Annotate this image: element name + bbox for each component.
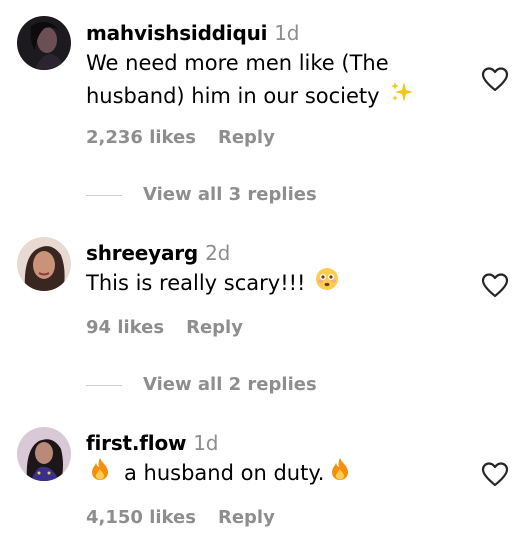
likes-count[interactable]: 94 likes [86,317,164,338]
fire-emoji [330,457,350,491]
heart-outline-icon [481,273,509,298]
comment-age: 1d [274,21,300,45]
username[interactable]: mahvishsiddiqui [86,21,267,45]
likes-count[interactable]: 4,150 likes [86,507,196,528]
fire-emoji [90,457,110,491]
reply-button[interactable]: Reply [218,127,275,148]
comment-text: This is really scary!!! [86,267,339,301]
view-replies-label[interactable]: View all 3 replies [143,184,317,205]
username[interactable]: first.flow [86,431,186,455]
avatar[interactable] [17,237,71,291]
comment-text-line: We need more men like (The [86,51,389,75]
view-replies-label[interactable]: View all 2 replies [143,374,317,395]
comment-meta: 4,150 likes Reply [86,507,275,528]
reply-button[interactable]: Reply [186,317,243,338]
avatar[interactable] [17,16,71,70]
view-replies-button[interactable]: View all 3 replies [86,184,317,205]
heart-outline-icon [481,462,509,487]
divider [86,194,122,196]
comment-username[interactable]: shreeyarg 2d [86,241,230,265]
comment-meta: 2,236 likes Reply [86,127,275,148]
like-button[interactable] [481,272,509,298]
comment-username[interactable]: mahvishsiddiqui 1d [86,21,300,45]
username[interactable]: shreeyarg [86,241,198,265]
flushed-face-emoji [315,267,339,301]
comment-text-line: This is really scary!!! [86,271,306,295]
reply-button[interactable]: Reply [218,507,275,528]
comment-age: 2d [205,241,231,265]
comment-username[interactable]: first.flow 1d [86,431,218,455]
likes-count[interactable]: 2,236 likes [86,127,196,148]
comment-text: a husband on duty. [86,457,350,491]
like-button[interactable] [481,66,509,92]
comment-meta: 94 likes Reply [86,317,243,338]
view-replies-button[interactable]: View all 2 replies [86,374,317,395]
comment-text-line: a husband on duty. [124,461,325,485]
sparkles-emoji [390,80,414,114]
avatar[interactable] [17,427,71,481]
heart-outline-icon [481,67,509,92]
comment-age: 1d [193,431,219,455]
divider [86,384,122,386]
comment-text-line: husband) him in our society [86,84,380,108]
like-button[interactable] [481,461,509,487]
comment-text: We need more men like (The husband) him … [86,47,414,114]
